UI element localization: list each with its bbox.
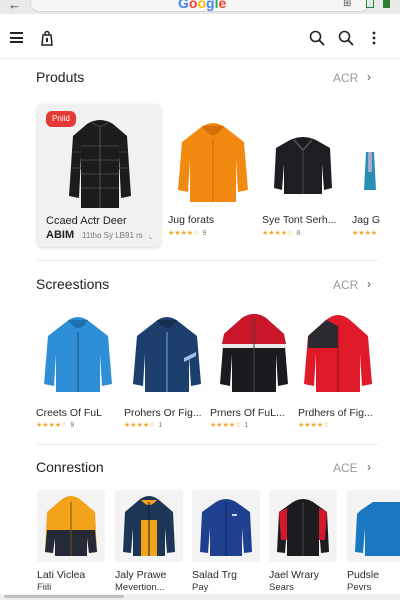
product-code: ABIM <box>46 229 75 241</box>
product-name: Jael Wrary <box>269 569 319 581</box>
section-title: Screestions <box>36 276 110 292</box>
battery-icon <box>383 0 390 8</box>
product-name: Salad Trg <box>192 569 237 581</box>
product-card[interactable]: Prohers Or Fig... ★★★★☆ 1 <box>124 308 210 433</box>
rating-stars: ★★★★☆ 8 <box>262 230 301 237</box>
product-subtitle: Sears <box>269 582 294 593</box>
product-name: Creets Of FuL <box>36 407 102 419</box>
product-card[interactable]: Sye Tont Serh... ★★★★☆ 8 <box>262 112 344 242</box>
chevron-right-icon[interactable]: › <box>367 70 371 84</box>
jacket-image <box>115 490 183 562</box>
product-name: Jag G <box>352 214 381 226</box>
product-card[interactable]: Jael Wrary Sears <box>269 490 339 594</box>
ski-jacket-image <box>220 314 288 392</box>
product-card[interactable]: Salad Trg Pay <box>192 490 262 594</box>
product-card[interactable]: Prners Of FuL... ★★★★☆ 1 <box>210 308 298 433</box>
puffer-jacket-image <box>69 120 131 208</box>
rating-stars: ★★★★☆ 1 <box>210 422 249 429</box>
jacket-image <box>269 490 337 562</box>
product-subtitle: Pay <box>192 582 209 593</box>
product-subtitle: Mevertion... <box>115 582 165 593</box>
rating-stars: ★★★★☆ 9 <box>36 422 75 429</box>
google-logo: Google <box>178 0 227 11</box>
download-icon[interactable] <box>366 0 374 8</box>
product-subtitle: Pevrs <box>347 582 372 593</box>
more-vertical-icon[interactable] <box>370 30 378 46</box>
product-name: Lati Viclea <box>37 569 86 581</box>
see-all-link[interactable]: ACE <box>333 461 358 475</box>
search-icon[interactable] <box>309 30 325 46</box>
product-name: Sye Tont Serh... <box>262 214 337 226</box>
product-name: Pudsle <box>347 569 380 581</box>
scrollbar-thumb[interactable] <box>4 595 124 598</box>
chevron-right-icon[interactable]: › <box>367 277 371 291</box>
horizontal-scrollbar[interactable] <box>0 594 400 600</box>
tab-switcher-icon[interactable]: ⊞ <box>343 0 351 9</box>
product-card[interactable]: Lati Viclea Fiili <box>37 490 107 594</box>
back-arrow-icon[interactable]: ← <box>8 0 21 12</box>
pin-icon[interactable]: ⌞ <box>149 231 153 240</box>
rain-jacket-image <box>133 317 201 392</box>
rating-stars: ★★★★☆ <box>298 422 330 429</box>
search-icon[interactable] <box>338 30 354 46</box>
product-card[interactable]: Jug forats ★★★★☆ 9 <box>168 112 258 242</box>
product-card[interactable]: Prdhers of Fig... ★★★★☆ <box>298 308 378 433</box>
menu-icon[interactable] <box>10 32 23 43</box>
hoodie-image <box>178 123 248 202</box>
featured-product-card[interactable]: Pniid Ccaed Actr Deer ABIM 11tho Sy LB91… <box>37 104 161 247</box>
product-card[interactable]: Creets Of FuL ★★★★☆ 9 <box>36 308 120 433</box>
product-card[interactable]: Jag G ★★★★ <box>352 112 400 242</box>
header-divider <box>0 58 400 59</box>
section-title: Produts <box>36 69 85 85</box>
see-all-link[interactable]: ACR <box>333 71 358 85</box>
product-name: Jaly Prawe <box>115 569 167 581</box>
jacket-image <box>347 490 400 562</box>
product-name: Prohers Or Fig... <box>124 407 202 419</box>
section-title: Conrestion <box>36 459 104 475</box>
product-meta: 11tho Sy LB91 rs <box>82 231 143 240</box>
section-divider <box>36 260 378 261</box>
product-name: Prdhers of Fig... <box>298 407 373 419</box>
product-name: Ccaed Actr Deer <box>46 215 127 227</box>
rating-stars: ★★★★☆ 9 <box>168 230 207 237</box>
product-subtitle: Fiili <box>37 582 52 593</box>
rating-stars: ★★★★☆ 1 <box>124 422 163 429</box>
jacket-image <box>37 490 105 562</box>
product-card[interactable]: Pudsle Pevrs <box>347 490 400 594</box>
jacket-image <box>274 137 332 194</box>
app-header <box>0 22 400 58</box>
jacket-image <box>364 152 376 190</box>
shopping-bag-icon[interactable] <box>40 30 54 46</box>
see-all-link[interactable]: ACR <box>333 278 358 292</box>
product-card[interactable]: Jaly Prawe Mevertion... <box>115 490 185 594</box>
section-divider <box>36 444 378 445</box>
browser-toolbar: ← Google ⊞ <box>0 0 400 14</box>
chevron-right-icon[interactable]: › <box>367 460 371 474</box>
ski-jacket-image <box>304 315 372 392</box>
product-name: Jug forats <box>168 214 215 226</box>
product-name: Prners Of FuL... <box>210 407 285 419</box>
fleece-jacket-image <box>192 490 260 562</box>
rating-stars: ★★★★ <box>352 230 378 237</box>
rain-jacket-image <box>44 317 112 392</box>
